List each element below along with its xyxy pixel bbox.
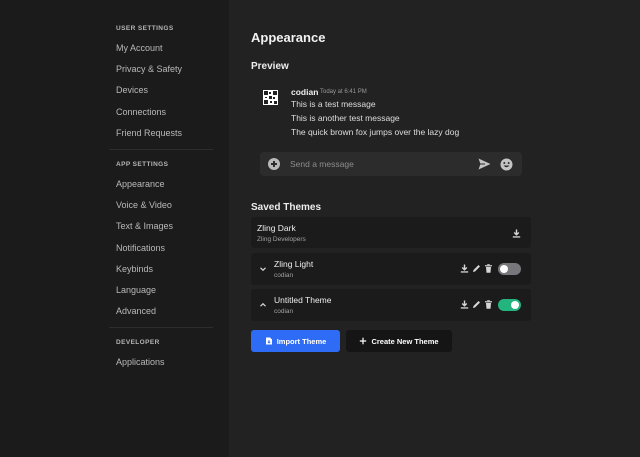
message-composer (260, 152, 522, 176)
import-theme-button[interactable]: Import Theme (251, 330, 340, 352)
nav-devices[interactable]: Devices (109, 83, 213, 104)
theme-author: Zling Developers (257, 236, 306, 243)
saved-themes-heading: Saved Themes (251, 202, 322, 213)
emoji-icon[interactable] (500, 158, 513, 171)
nav-my-account[interactable]: My Account (109, 41, 213, 62)
settings-nav: USER SETTINGS My Account Privacy & Safet… (109, 24, 213, 376)
edit-icon[interactable] (472, 300, 481, 309)
app-settings-heading: APP SETTINGS (116, 160, 169, 168)
message-author: codian (291, 87, 319, 97)
import-theme-label: Import Theme (276, 336, 327, 346)
message-input[interactable] (290, 156, 470, 172)
toggle-knob (511, 301, 519, 309)
nav-language[interactable]: Language (109, 283, 213, 304)
theme-author: codian (274, 308, 294, 315)
nav-applications[interactable]: Applications (109, 355, 213, 376)
nav-divider (109, 327, 213, 329)
chevron-up-icon[interactable] (259, 301, 267, 309)
nav-text-images[interactable]: Text & Images (109, 219, 213, 240)
message-line: The quick brown fox jumps over the lazy … (291, 127, 460, 137)
theme-card-zling-light[interactable]: Zling Light codian (251, 253, 531, 285)
import-file-icon (265, 337, 272, 345)
settings-sidebar: USER SETTINGS My Account Privacy & Safet… (0, 0, 229, 457)
plus-icon (360, 337, 367, 345)
edit-icon[interactable] (472, 264, 481, 273)
theme-name: Untitled Theme (274, 295, 332, 305)
download-icon[interactable] (460, 300, 469, 309)
message-line: This is another test message (291, 113, 400, 123)
nav-advanced[interactable]: Advanced (109, 304, 213, 325)
theme-card-zling-dark[interactable]: Zling Dark Zling Developers (251, 217, 531, 248)
theme-toggle[interactable] (498, 263, 521, 275)
nav-friend-requests[interactable]: Friend Requests (109, 126, 213, 147)
create-theme-label: Create New Theme (371, 336, 439, 346)
nav-notifications[interactable]: Notifications (109, 241, 213, 262)
plus-circle-icon[interactable] (268, 158, 280, 170)
developer-heading: DEVELOPER (116, 339, 160, 347)
nav-appearance[interactable]: Appearance (109, 177, 213, 198)
theme-name: Zling Light (274, 259, 314, 269)
page-title: Appearance (251, 30, 326, 45)
download-icon[interactable] (460, 264, 469, 273)
theme-author: codian (274, 272, 294, 279)
avatar (263, 90, 278, 105)
preview-heading: Preview (251, 61, 289, 72)
nav-connections[interactable]: Connections (109, 105, 213, 126)
user-settings-heading: USER SETTINGS (116, 25, 174, 32)
chevron-down-icon[interactable] (259, 265, 267, 273)
theme-name: Zling Dark (257, 223, 296, 233)
preview-message: codian Today at 6:41 PM This is a test m… (263, 87, 523, 142)
trash-icon[interactable] (484, 264, 493, 273)
nav-keybinds[interactable]: Keybinds (109, 262, 213, 283)
message-line: This is a test message (291, 99, 376, 109)
message-timestamp: Today at 6:41 PM (320, 88, 367, 95)
appearance-panel: Appearance Preview codian Today at 6:41 … (229, 0, 640, 457)
nav-voice-video[interactable]: Voice & Video (109, 198, 213, 219)
nav-privacy-safety[interactable]: Privacy & Safety (109, 62, 213, 83)
trash-icon[interactable] (484, 300, 493, 309)
theme-toggle[interactable] (498, 299, 521, 311)
nav-divider (109, 148, 213, 150)
create-theme-button[interactable]: Create New Theme (346, 330, 452, 352)
toggle-knob (500, 265, 508, 273)
download-icon[interactable] (512, 229, 521, 238)
send-icon[interactable] (478, 158, 491, 170)
theme-card-untitled[interactable]: Untitled Theme codian (251, 289, 531, 321)
